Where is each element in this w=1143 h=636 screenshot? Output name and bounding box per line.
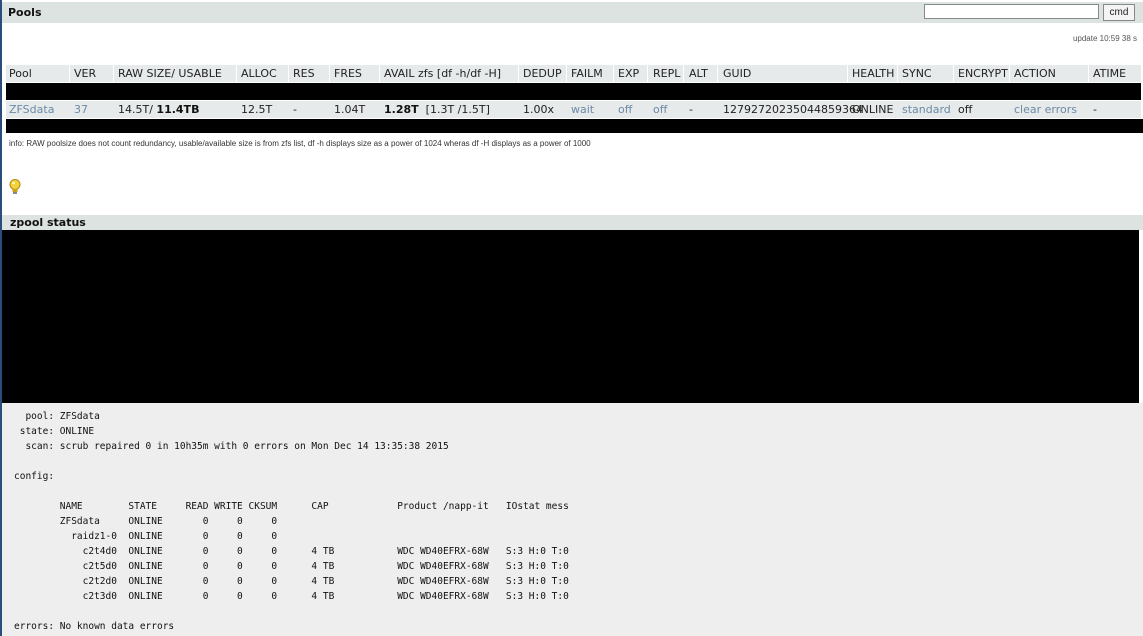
cmd-button[interactable]: cmd [1103,4,1135,21]
fres-value: 1.04T [334,103,366,116]
raw-size: 14.5T/ [118,103,153,116]
failmode-link[interactable]: wait [571,101,594,118]
col-header-ver[interactable]: VER [74,65,96,82]
info-text: info: RAW poolsize does not count redund… [9,139,591,148]
col-header-res[interactable]: RES [293,65,315,82]
res-value: - [293,103,297,116]
redacted-band [6,83,1141,100]
cmd-input[interactable] [924,4,1099,19]
pools-header-bar: Pools cmd [2,2,1143,23]
lightbulb-icon[interactable] [8,178,22,196]
zpool-status-header: zpool status [2,215,1143,230]
pool-name-link[interactable]: ZFSdata [9,101,54,118]
usable-size: 11.4TB [156,103,200,116]
export-link[interactable]: off [618,101,632,118]
avail-value: 1.28T [1.3T /1.5T] [384,101,490,118]
redacted-band [6,119,1143,133]
guid-value: 12792720235044859364 [723,103,863,116]
col-header-pool[interactable]: Pool [9,65,32,82]
raw-size-usable: 14.5T/ 11.4TB [118,101,199,118]
alloc-value: 12.5T [241,103,273,116]
console-text: pool: ZFSdata state: ONLINE scan: scrub … [14,411,569,632]
pool-table-header: Pool VER RAW SIZE/ USABLE ALLOC RES FRES… [6,65,1141,82]
avail-df: [1.3T /1.5T] [425,103,490,116]
health-status: ONLINE [852,103,894,116]
col-header-failm[interactable]: FAILM [571,65,603,82]
atime-value: - [1093,103,1097,116]
clear-errors-link[interactable]: clear errors [1014,101,1077,118]
avail-zfs: 1.28T [384,103,419,116]
col-header-raw-size[interactable]: RAW SIZE/ USABLE [118,65,222,82]
col-header-health[interactable]: HEALTH [852,65,894,82]
alt-value: - [689,103,693,116]
col-header-action[interactable]: ACTION [1014,65,1056,82]
update-info: update 10:59 38 s [1072,34,1137,43]
dedup-value: 1.00x [523,103,555,116]
encrypt-value: off [958,103,973,116]
table-row: ZFSdata 37 14.5T/ 11.4TB 12.5T - 1.04T 1… [6,101,1141,118]
col-header-fres[interactable]: FRES [334,65,362,82]
col-header-avail[interactable]: AVAIL zfs [df -h/df -H] [384,65,501,82]
col-header-dedup[interactable]: DEDUP [523,65,562,82]
section-title: zpool status [10,216,86,229]
col-header-exp[interactable]: EXP [618,65,639,82]
col-header-guid[interactable]: GUID [723,65,751,82]
col-header-repl[interactable]: REPL [653,65,680,82]
col-header-sync[interactable]: SYNC [902,65,932,82]
col-header-alloc[interactable]: ALLOC [241,65,277,82]
zpool-status-output: pool: ZFSdata state: ONLINE scan: scrub … [2,403,1143,636]
pool-version-link[interactable]: 37 [74,101,88,118]
col-header-encrypt[interactable]: ENCRYPT [958,65,1008,82]
col-header-alt[interactable]: ALT [689,65,708,82]
sync-link[interactable]: standard [902,101,951,118]
redacted-block [2,230,1139,403]
col-header-atime[interactable]: ATIME [1093,65,1126,82]
page-title: Pools [8,6,42,19]
replication-link[interactable]: off [653,101,667,118]
